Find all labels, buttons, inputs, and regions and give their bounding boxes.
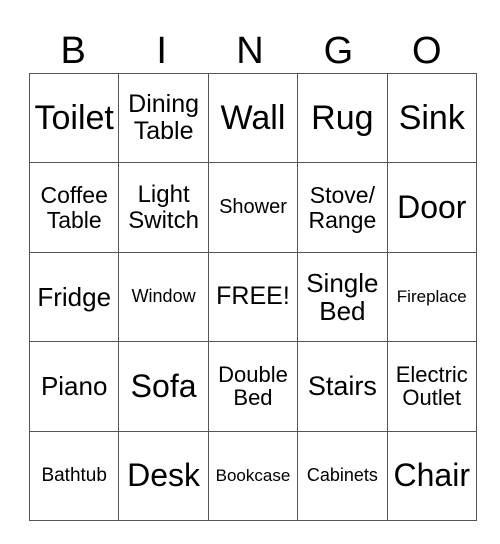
bingo-cell[interactable]: Rug bbox=[297, 72, 388, 164]
bingo-cell[interactable]: Sink bbox=[386, 72, 477, 164]
bingo-cell[interactable]: Bookcase bbox=[207, 430, 299, 521]
bingo-cell[interactable]: Single Bed bbox=[297, 251, 388, 343]
grid-row: Fridge Window FREE! Single Bed Fireplace bbox=[28, 251, 477, 343]
bingo-cell[interactable]: Cabinets bbox=[297, 430, 388, 521]
header-letter-n: N bbox=[236, 30, 264, 72]
bingo-cell[interactable]: Door bbox=[386, 162, 477, 253]
grid-row: Coffee Table Light Switch Shower Stove/ … bbox=[28, 162, 477, 253]
bingo-cell[interactable]: Bathtub bbox=[28, 430, 120, 521]
grid-row: Toilet Dining Table Wall Rug Sink bbox=[28, 72, 477, 164]
bingo-header: B I N G O bbox=[29, 30, 471, 72]
header-letter-i: I bbox=[156, 30, 167, 72]
bingo-cell[interactable]: Double Bed bbox=[207, 341, 299, 432]
grid-row: Bathtub Desk Bookcase Cabinets Chair bbox=[28, 430, 477, 521]
bingo-cell[interactable]: Shower bbox=[207, 162, 299, 253]
bingo-cell[interactable]: Stove/ Range bbox=[297, 162, 388, 253]
bingo-cell[interactable]: Fridge bbox=[28, 251, 120, 343]
grid-row: Piano Sofa Double Bed Stairs Electric Ou… bbox=[28, 341, 477, 432]
bingo-cell[interactable]: Chair bbox=[386, 430, 477, 521]
bingo-cell[interactable]: Desk bbox=[118, 430, 209, 521]
bingo-cell[interactable]: Fireplace bbox=[386, 251, 477, 343]
bingo-cell[interactable]: Sofa bbox=[118, 341, 209, 432]
bingo-cell[interactable]: Toilet bbox=[28, 72, 120, 164]
bingo-cell[interactable]: Window bbox=[118, 251, 209, 343]
bingo-cell[interactable]: Light Switch bbox=[118, 162, 209, 253]
header-letter-b: B bbox=[60, 30, 86, 72]
bingo-cell[interactable]: Piano bbox=[28, 341, 120, 432]
header-letter-o: O bbox=[412, 30, 442, 72]
bingo-cell[interactable]: Coffee Table bbox=[28, 162, 120, 253]
bingo-cell[interactable]: Wall bbox=[207, 72, 299, 164]
bingo-cell[interactable]: Electric Outlet bbox=[386, 341, 477, 432]
header-letter-g: G bbox=[323, 30, 354, 72]
bingo-cell[interactable]: Dining Table bbox=[118, 72, 209, 164]
bingo-cell[interactable]: Stairs bbox=[297, 341, 388, 432]
bingo-cell free-space[interactable]: FREE! bbox=[207, 251, 299, 343]
bingo-grid: Toilet Dining Table Wall Rug Sink Coffee… bbox=[28, 72, 477, 521]
